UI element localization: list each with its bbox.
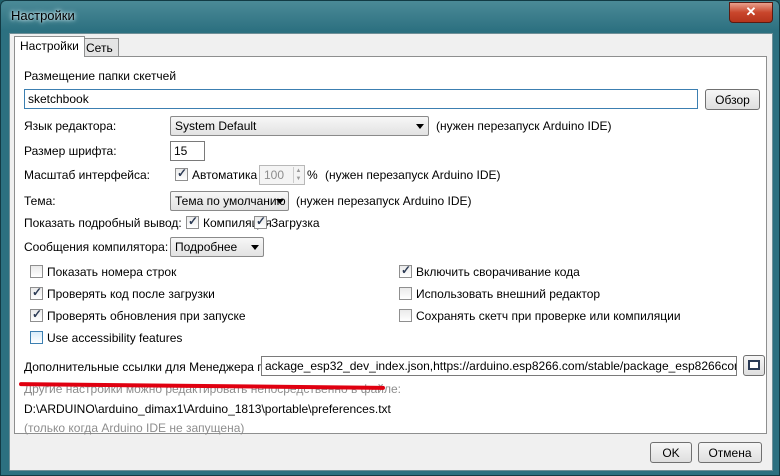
verify-after-upload-checkbox[interactable] <box>30 285 43 300</box>
preferences-file-path: D:\ARDUINO\arduino_dimax1\Arduino_1813\p… <box>24 402 391 416</box>
font-size-input[interactable]: 15 <box>170 141 205 161</box>
board-urls-label: Дополнительные ссылки для Менеджера плат… <box>24 360 287 374</box>
verbose-upload-label: Загрузка <box>271 216 320 230</box>
auto-scale-checkbox[interactable] <box>175 166 188 181</box>
scale-spinner[interactable]: 100 ▲ ▼ <box>259 165 305 185</box>
scale-unit: % <box>307 168 318 182</box>
preferences-window: Настройки ✕ Настройки Сеть Размещение па… <box>0 0 780 476</box>
auto-scale-label: Автоматика <box>192 168 258 182</box>
code-folding-label: Включить сворачивание кода <box>416 265 580 279</box>
editor-language-note: (нужен перезапуск Arduino IDE) <box>436 119 612 133</box>
tab-network[interactable]: Сеть <box>80 38 119 56</box>
browse-button[interactable]: Обзор <box>705 89 760 110</box>
sketchbook-label: Размещение папки скетчей <box>24 69 177 83</box>
verify-after-upload-label: Проверять код после загрузки <box>47 287 215 301</box>
save-on-verify-checkbox[interactable] <box>399 309 412 322</box>
font-size-label: Размер шрифта: <box>24 144 117 158</box>
interface-scale-label: Масштаб интерфейса: <box>24 168 150 182</box>
cancel-button[interactable]: Отмена <box>698 442 762 463</box>
board-urls-edit-button[interactable] <box>743 355 765 376</box>
verbose-output-label: Показать подробный вывод: <box>24 216 182 230</box>
accessibility-label: Use accessibility features <box>47 331 183 345</box>
board-urls-input[interactable]: ackage_esp32_dev_index.json,https://ardu… <box>261 356 737 376</box>
title-bar[interactable]: Настройки ✕ <box>1 1 779 33</box>
save-on-verify-label: Сохранять скетч при проверке или компиля… <box>416 309 681 323</box>
ide-closed-note: (только когда Arduino IDE не запущена) <box>24 421 245 435</box>
code-folding-checkbox[interactable] <box>399 263 412 278</box>
settings-panel: Размещение папки скетчей sketchbook Обзо… <box>14 56 767 435</box>
external-editor-checkbox[interactable] <box>399 287 412 300</box>
chevron-down-icon <box>276 199 284 204</box>
verbose-upload-checkbox[interactable] <box>254 214 267 229</box>
theme-note: (нужен перезапуск Arduino IDE) <box>296 194 472 208</box>
accessibility-checkbox[interactable] <box>30 331 43 344</box>
close-icon: ✕ <box>745 4 757 19</box>
check-updates-checkbox[interactable] <box>30 307 43 322</box>
chevron-down-icon <box>251 245 259 250</box>
verbose-compile-checkbox[interactable] <box>186 214 199 229</box>
dialog-body: Настройки Сеть Размещение папки скетчей … <box>9 33 773 471</box>
line-numbers-checkbox[interactable] <box>30 265 43 278</box>
window-title: Настройки <box>11 8 75 23</box>
chevron-down-icon <box>416 124 424 129</box>
sketchbook-input[interactable]: sketchbook <box>24 89 698 109</box>
theme-select[interactable]: Тема по умолчанию <box>170 191 289 211</box>
compiler-warnings-select[interactable]: Подробнее <box>170 237 264 257</box>
editor-language-select[interactable]: System Default <box>170 116 429 136</box>
close-button[interactable]: ✕ <box>729 2 773 23</box>
interface-scale-note: (нужен перезапуск Arduino IDE) <box>325 168 501 182</box>
external-editor-label: Использовать внешний редактор <box>416 287 601 301</box>
check-updates-label: Проверять обновления при запуске <box>47 309 246 323</box>
window-edit-icon <box>748 360 760 370</box>
ok-button[interactable]: OK <box>650 442 692 463</box>
tab-settings[interactable]: Настройки <box>14 36 85 57</box>
spinner-down-icon[interactable]: ▼ <box>293 175 303 183</box>
spinner-up-icon[interactable]: ▲ <box>293 167 303 175</box>
editor-language-label: Язык редактора: <box>24 119 117 133</box>
theme-label: Тема: <box>24 194 56 208</box>
line-numbers-label: Показать номера строк <box>47 265 177 279</box>
compiler-warnings-label: Сообщения компилятора: <box>24 240 169 254</box>
